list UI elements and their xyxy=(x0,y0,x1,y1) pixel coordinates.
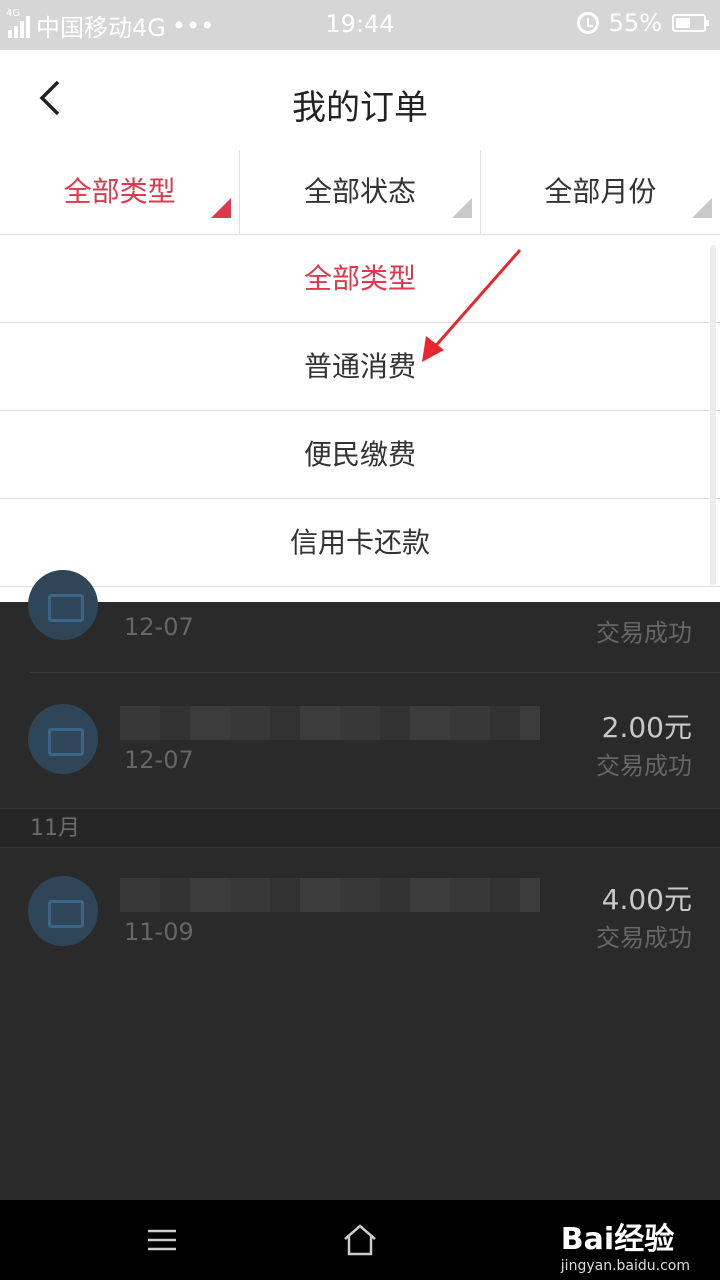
menu-icon xyxy=(148,1229,176,1251)
filter-type-label: 全部类型 xyxy=(63,175,176,208)
shopping-bag-icon xyxy=(28,876,98,946)
order-row[interactable]: 2.00元 12-07 交易成功 xyxy=(0,672,720,804)
order-date: 11-09 xyxy=(124,918,194,946)
dropdown-corner-icon xyxy=(691,198,712,218)
home-icon xyxy=(344,1224,376,1256)
order-date: 12-07 xyxy=(124,746,194,774)
option-all-types[interactable]: 全部类型 xyxy=(0,235,720,323)
watermark-brand: Bai经验 xyxy=(560,1222,675,1257)
option-utility-payment[interactable]: 便民缴费 xyxy=(0,411,720,499)
baidu-jingyan-watermark: Bai经验 jingyan.baidu.com xyxy=(561,1214,690,1274)
order-amount: 2.00元 xyxy=(601,711,692,744)
home-button[interactable] xyxy=(340,1222,380,1258)
filter-status-label: 全部状态 xyxy=(303,175,416,208)
order-status: 交易成功 xyxy=(596,752,692,780)
filter-type[interactable]: 全部类型 xyxy=(0,150,239,234)
filter-month-label: 全部月份 xyxy=(544,175,657,208)
month-section-header: 11月 xyxy=(0,808,720,848)
app-header: 我的订单 xyxy=(0,50,720,150)
shopping-bag-icon xyxy=(28,570,98,640)
redacted-merchant-name xyxy=(120,878,540,912)
battery-icon xyxy=(672,14,709,32)
order-row[interactable]: 4.00元 11-09 交易成功 xyxy=(0,848,720,980)
status-right: 55% xyxy=(576,9,709,37)
redacted-merchant-name xyxy=(120,706,540,740)
filter-status[interactable]: 全部状态 xyxy=(239,150,479,234)
order-status: 交易成功 xyxy=(596,619,692,647)
battery-percent: 55% xyxy=(608,9,662,37)
option-regular-purchase[interactable]: 普通消费 xyxy=(0,323,720,411)
order-amount: 4.00元 xyxy=(601,883,692,916)
dropdown-scrollbar[interactable] xyxy=(710,245,716,585)
dropdown-corner-icon xyxy=(451,198,472,218)
order-status: 交易成功 xyxy=(596,924,692,952)
type-dropdown-menu: 全部类型 普通消费 便民缴费 信用卡还款 xyxy=(0,235,720,602)
menu-button[interactable] xyxy=(142,1222,182,1258)
alarm-icon xyxy=(576,12,599,34)
filter-month[interactable]: 全部月份 xyxy=(479,150,720,234)
system-navigation-bar: Bai经验 jingyan.baidu.com xyxy=(0,1200,720,1280)
dropdown-corner-icon xyxy=(211,198,232,218)
order-date: 12-07 xyxy=(124,613,194,641)
filter-bar: 全部类型 全部状态 全部月份 xyxy=(0,150,720,235)
page-title: 我的订单 xyxy=(292,88,428,128)
shopping-bag-icon xyxy=(28,704,98,774)
watermark-url: jingyan.baidu.com xyxy=(560,1258,690,1274)
status-bar: 4G 中国移动4G ••• 19:44 55% xyxy=(0,0,720,50)
